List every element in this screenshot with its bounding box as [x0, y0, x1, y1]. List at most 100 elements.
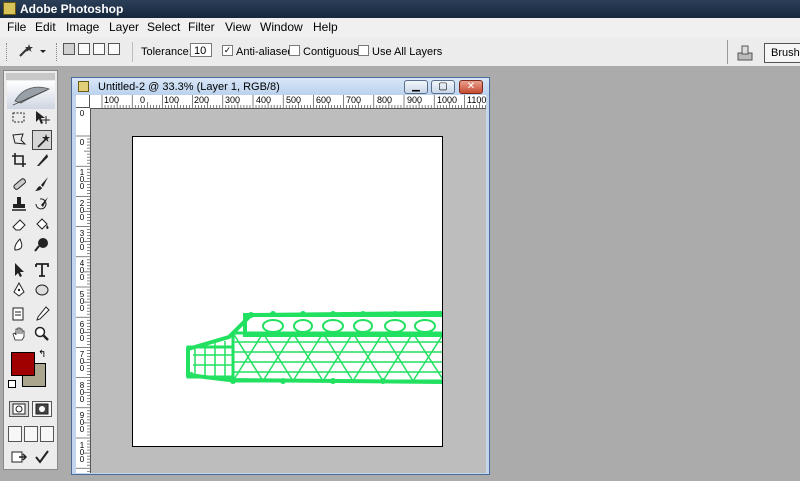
ruler-label: 400 — [256, 95, 272, 105]
quick-mask-button[interactable] — [32, 401, 52, 417]
ruler-label: 1100 — [467, 95, 486, 105]
document-canvas[interactable] — [132, 136, 443, 447]
subtract-from-selection-button[interactable] — [93, 43, 105, 55]
quick-mask-icon — [35, 403, 49, 415]
menu-file[interactable]: File — [7, 20, 26, 34]
eyedropper-tool[interactable] — [32, 304, 52, 324]
brush-preset-icon[interactable] — [735, 44, 755, 62]
add-to-selection-button[interactable] — [78, 43, 90, 55]
contiguous-checkbox[interactable] — [289, 45, 300, 56]
close-button[interactable]: ✕ — [459, 80, 483, 94]
app-title: Adobe Photoshop — [20, 2, 124, 16]
ruler-label: 6 0 0 — [79, 320, 85, 343]
type-tool[interactable] — [32, 260, 52, 280]
move-tool[interactable] — [32, 108, 52, 128]
options-divider — [132, 42, 133, 62]
menu-layer[interactable]: Layer — [109, 20, 139, 34]
tolerance-input[interactable]: 10 — [190, 43, 212, 57]
green-wireframe-shape — [186, 311, 442, 384]
hand-tool[interactable] — [9, 324, 29, 344]
blur-tool[interactable] — [9, 234, 29, 254]
ruler-label: 2 0 0 — [79, 199, 85, 222]
brushes-palette-tab[interactable]: Brushes — [764, 43, 800, 63]
ruler-label: 700 — [346, 95, 362, 105]
jump-to-imageready-button[interactable] — [9, 447, 29, 467]
menu-view[interactable]: View — [225, 20, 251, 34]
screen-mode-full-button[interactable] — [40, 426, 54, 442]
menu-window[interactable]: Window — [260, 20, 303, 34]
bandage-icon — [13, 178, 26, 190]
new-selection-button[interactable] — [63, 43, 75, 55]
photoshop-app-icon — [3, 2, 16, 15]
lasso-tool[interactable] — [9, 130, 29, 150]
menu-bar: File Edit Image Layer Select Filter View… — [0, 18, 800, 38]
healing-brush-tool[interactable] — [9, 174, 29, 194]
arrow-icon — [15, 263, 24, 277]
magic-wand-tool[interactable] — [32, 130, 52, 150]
edit-in-imageready-button[interactable] — [32, 447, 52, 467]
ruler-label: 4 0 0 — [79, 259, 85, 282]
maximize-button[interactable]: ▢ — [431, 80, 455, 94]
screen-mode-menubar-button[interactable] — [24, 426, 38, 442]
pen-tool[interactable] — [9, 280, 29, 300]
default-colors-icon[interactable] — [8, 380, 16, 388]
type-icon — [35, 263, 49, 277]
pen-icon — [13, 282, 25, 297]
screen-mode-standard-button[interactable] — [8, 426, 22, 442]
ruler-origin[interactable] — [76, 95, 90, 108]
options-separator — [56, 43, 59, 61]
tool-preset-picker[interactable] — [14, 42, 48, 60]
history-brush-tool[interactable] — [32, 194, 52, 214]
menu-filter[interactable]: Filter — [188, 20, 215, 34]
use-all-layers-label: Use All Layers — [372, 46, 443, 58]
marquee-tool[interactable] — [9, 108, 29, 128]
ruler-label: 500 — [286, 95, 302, 105]
adobe-feather-logo[interactable] — [7, 81, 55, 109]
ruler-label: 900 — [407, 95, 423, 105]
horizontal-ruler[interactable]: 100 0 100 200 300 400 500 600 700 800 90… — [90, 95, 486, 109]
clone-stamp-tool[interactable] — [9, 194, 29, 214]
menu-help[interactable]: Help — [313, 20, 338, 34]
history-brush-icon — [35, 197, 48, 210]
feather-icon — [12, 86, 51, 106]
burn-icon — [34, 238, 48, 252]
standard-mode-button[interactable] — [9, 401, 29, 417]
intersect-selection-button[interactable] — [108, 43, 120, 55]
menu-select[interactable]: Select — [147, 20, 180, 34]
minimize-button[interactable]: ▁ — [404, 80, 428, 94]
toolbox-header[interactable] — [6, 73, 55, 80]
ruler-label: 5 0 0 — [79, 290, 85, 313]
eraser-tool[interactable] — [9, 214, 29, 234]
anti-aliased-checkbox[interactable]: ✓ — [222, 45, 233, 56]
crop-tool[interactable] — [9, 150, 29, 170]
ruler-label: 0 — [140, 95, 146, 105]
zoom-tool[interactable] — [32, 324, 52, 344]
menu-edit[interactable]: Edit — [35, 20, 56, 34]
swap-colors-icon[interactable]: ↰ — [38, 349, 46, 360]
brush-tool[interactable] — [32, 174, 52, 194]
polygonal-lasso-icon — [12, 133, 27, 145]
app-titlebar: Adobe Photoshop — [0, 0, 800, 18]
move-icon — [36, 111, 50, 124]
options-bar: Tolerance: 10 ✓ Anti-aliased Contiguous … — [0, 37, 800, 67]
brush-icon — [35, 177, 48, 191]
notes-tool[interactable] — [9, 304, 29, 324]
vertical-ruler[interactable]: 0 0 1 0 0 2 0 0 3 0 0 4 0 0 5 0 0 6 0 0 … — [76, 108, 91, 473]
ruler-label: 1 0 0 — [79, 168, 85, 191]
standard-mode-icon — [12, 403, 26, 415]
crop-icon — [12, 153, 26, 167]
menu-image[interactable]: Image — [66, 20, 99, 34]
stamp-icon — [12, 197, 26, 211]
document-titlebar[interactable]: Untitled-2 @ 33.3% (Layer 1, RGB/8) ▁ ▢ … — [72, 78, 489, 96]
foreground-color-swatch[interactable] — [11, 352, 35, 376]
use-all-layers-checkbox[interactable] — [358, 45, 369, 56]
paint-bucket-tool[interactable] — [32, 214, 52, 234]
dodge-tool[interactable] — [32, 234, 52, 254]
magnifier-icon — [34, 326, 49, 341]
shape-tool[interactable] — [32, 280, 52, 300]
ruler-label: 9 0 0 — [79, 411, 85, 434]
path-selection-tool[interactable] — [9, 260, 29, 280]
ruler-label: 100 — [104, 95, 120, 105]
slice-tool[interactable] — [32, 150, 52, 170]
options-gripper[interactable] — [6, 43, 9, 61]
